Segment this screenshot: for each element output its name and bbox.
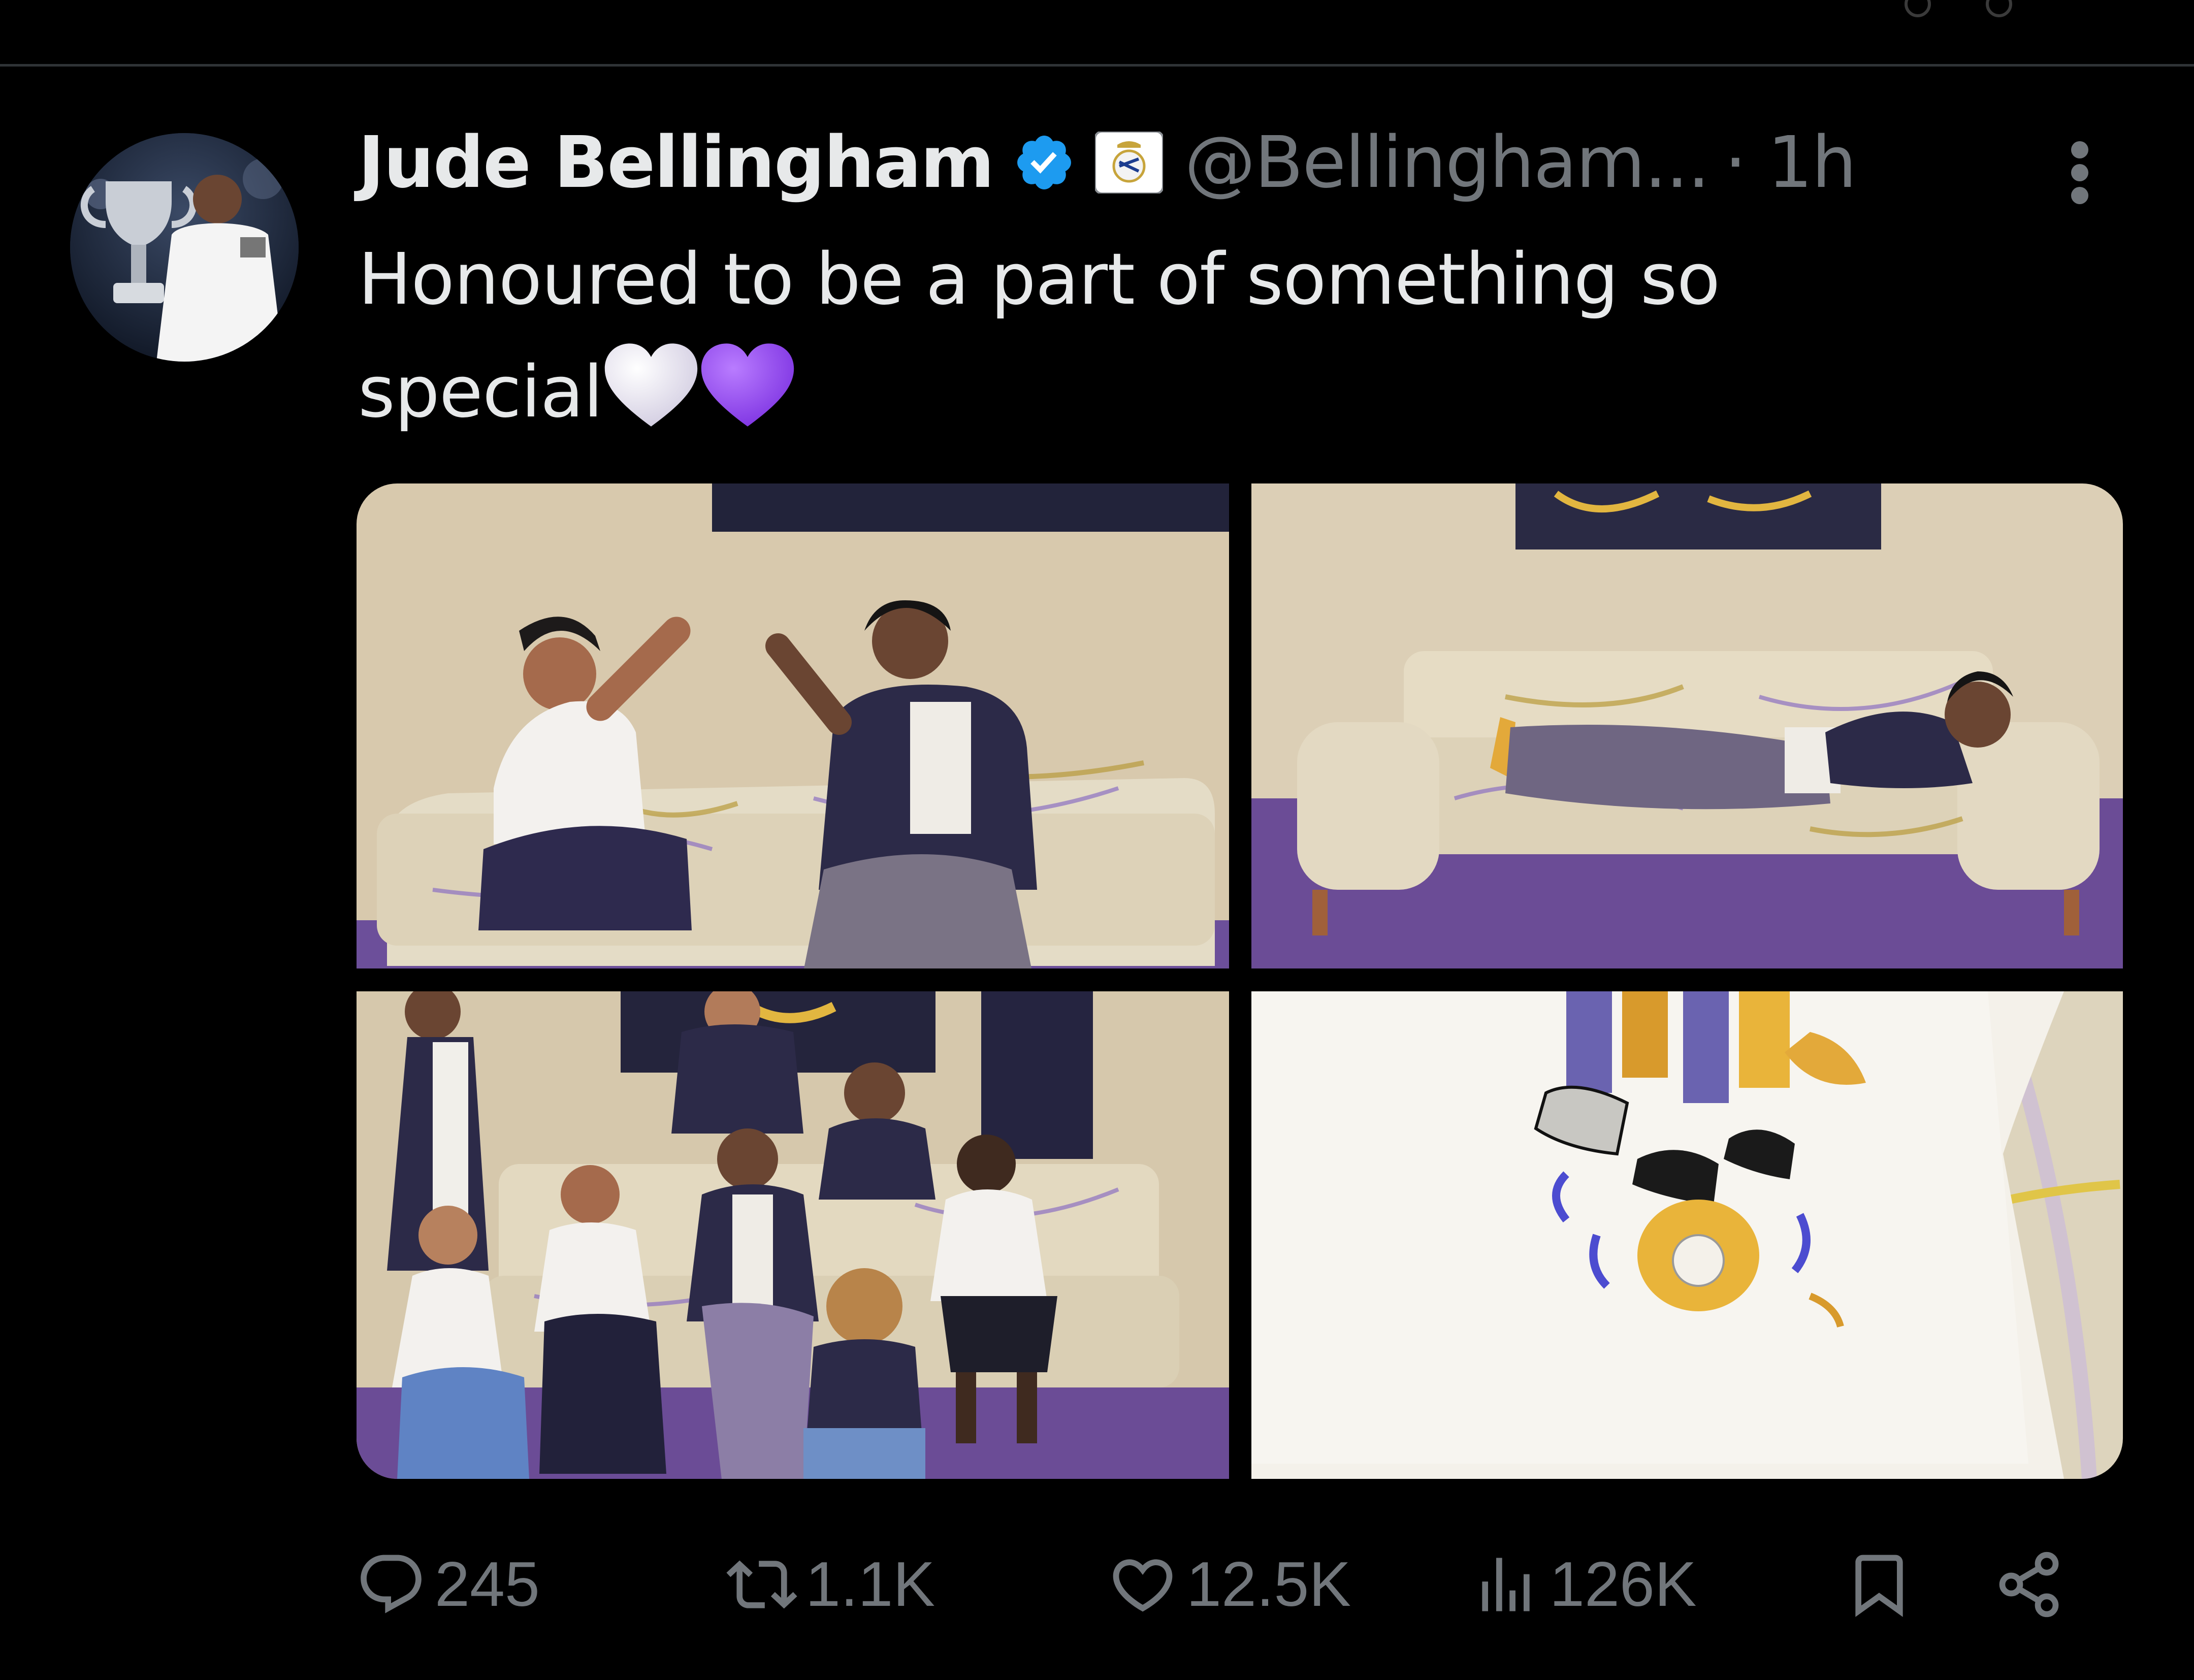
photo-tshirt-closeup[interactable] bbox=[1251, 991, 2123, 1479]
white-heart-emoji-icon bbox=[603, 341, 699, 431]
photo-lying-on-sofa[interactable] bbox=[1251, 483, 2123, 968]
photo-high-five-on-sofa[interactable] bbox=[357, 483, 1229, 968]
share-nodes-icon bbox=[1999, 1552, 2059, 1618]
verified-badge-icon[interactable] bbox=[1013, 131, 1076, 194]
tweet-action-bar: 245 1.1K 12.5K 126K bbox=[356, 1544, 2082, 1625]
previous-tweet-actions-remnant bbox=[1793, 0, 2077, 17]
retweet-button[interactable]: 1.1K bbox=[726, 1544, 935, 1625]
purple-heart-emoji-icon bbox=[699, 341, 796, 431]
tweet-header: Jude Bellingham @Bellingham... · 1h bbox=[358, 117, 1857, 208]
tweet-text-line: special bbox=[358, 336, 1932, 449]
tweet-text: Honoured to be a part of something so sp… bbox=[358, 223, 1932, 449]
reply-icon bbox=[361, 1555, 422, 1613]
retweet-count: 1.1K bbox=[805, 1549, 935, 1620]
heart-icon bbox=[1113, 1559, 1173, 1612]
timeline-divider bbox=[0, 64, 2194, 67]
real-madrid-affiliation-icon[interactable] bbox=[1094, 131, 1165, 195]
tweet-text-word: special bbox=[358, 351, 603, 434]
more-options-icon[interactable] bbox=[2057, 135, 2103, 211]
like-button[interactable]: 12.5K bbox=[1107, 1544, 1351, 1625]
bookmark-icon bbox=[1855, 1555, 1903, 1617]
media-grid bbox=[357, 483, 2123, 1479]
tweet-timestamp[interactable]: · 1h bbox=[1724, 121, 1857, 204]
photo-group-on-sofa[interactable] bbox=[357, 991, 1229, 1479]
bookmark-button[interactable] bbox=[1844, 1544, 1915, 1625]
reply-count: 245 bbox=[435, 1549, 540, 1620]
reply-button[interactable]: 245 bbox=[356, 1544, 540, 1625]
view-count: 126K bbox=[1550, 1549, 1697, 1620]
display-name[interactable]: Jude Bellingham bbox=[358, 121, 994, 204]
like-count: 12.5K bbox=[1186, 1549, 1351, 1620]
tweet-text-line: Honoured to be a part of something so bbox=[358, 238, 1720, 321]
retweet-icon bbox=[726, 1560, 797, 1609]
avatar[interactable] bbox=[70, 133, 299, 362]
views-bar-chart-icon bbox=[1482, 1558, 1530, 1611]
author-handle[interactable]: @Bellingham... bbox=[1184, 121, 1710, 204]
share-button[interactable] bbox=[1993, 1544, 2064, 1625]
views-button[interactable]: 126K bbox=[1470, 1544, 1697, 1625]
